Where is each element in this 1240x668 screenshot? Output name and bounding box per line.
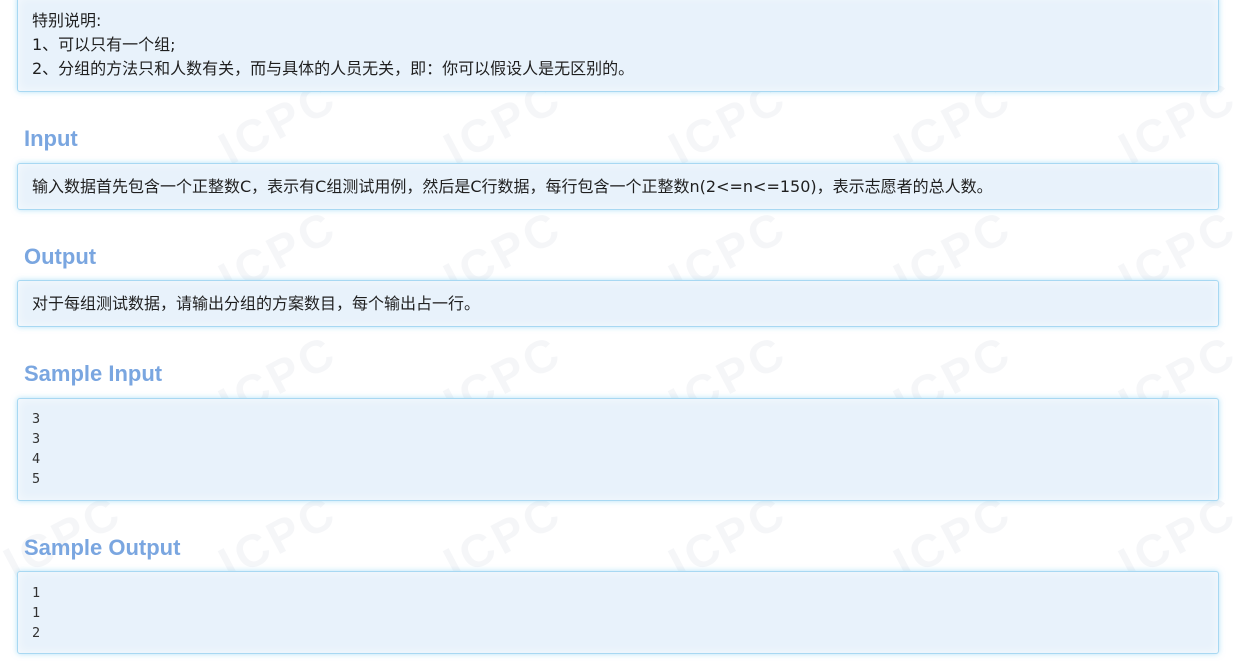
input-box: 输入数据首先包含一个正整数C，表示有C组测试用例，然后是C行数据，每行包含一个正… [17, 163, 1219, 210]
sample-output-box: 1 1 2 [17, 571, 1219, 654]
sample-input-line: 4 [32, 451, 41, 467]
sample-input-line: 3 [32, 431, 41, 447]
notes-box: 特别说明: 1、可以只有一个组; 2、分组的方法只和人数有关，而与具体的人员无关… [17, 0, 1219, 92]
sample-input-heading: Sample Input [24, 361, 163, 386]
sample-output-heading: Sample Output [24, 535, 181, 560]
sample-input-line: 3 [32, 411, 41, 427]
notes-title: 特别说明: [32, 11, 102, 30]
sample-input-line: 5 [32, 471, 41, 487]
sample-output-line: 1 [32, 585, 41, 601]
sample-input-box: 3 3 4 5 [17, 398, 1219, 501]
notes-item: 1、可以只有一个组; [32, 35, 176, 54]
output-heading: Output [24, 244, 97, 269]
notes-item: 2、分组的方法只和人数有关，而与具体的人员无关，即：你可以假设人是无区别的。 [32, 59, 635, 78]
input-heading: Input [24, 126, 78, 151]
output-description: 对于每组测试数据，请输出分组的方案数目，每个输出占一行。 [32, 294, 481, 313]
input-description: 输入数据首先包含一个正整数C，表示有C组测试用例，然后是C行数据，每行包含一个正… [32, 177, 993, 196]
sample-output-line: 1 [32, 605, 41, 621]
watermark-layer: ICPC ICPC ICPC ICPC ICPC ICPC ICPC ICPC … [0, 0, 1240, 668]
sample-output-line: 2 [32, 625, 41, 641]
output-box: 对于每组测试数据，请输出分组的方案数目，每个输出占一行。 [17, 280, 1219, 327]
